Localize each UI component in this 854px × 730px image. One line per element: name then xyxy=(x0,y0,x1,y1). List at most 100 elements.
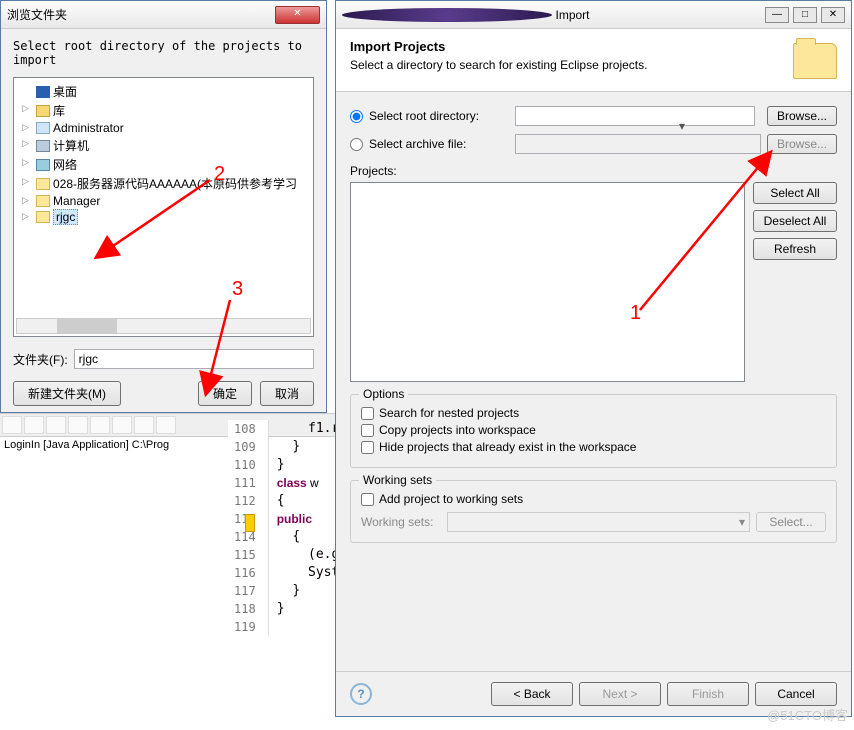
browse-folder-dialog: 浏览文件夹 ✕ Select root directory of the pro… xyxy=(0,0,327,413)
line-number: 119 xyxy=(234,618,256,636)
folder-input[interactable] xyxy=(74,349,314,369)
next-button: Next > xyxy=(579,682,661,706)
working-sets-label: Working sets: xyxy=(361,515,441,529)
folder-icon xyxy=(36,211,50,223)
select-working-set-button: Select... xyxy=(756,512,826,532)
archive-file-radio[interactable] xyxy=(350,138,363,151)
projects-label: Projects: xyxy=(350,164,837,178)
import-heading: Import Projects xyxy=(350,39,793,54)
toolbar-icon[interactable] xyxy=(134,416,154,434)
toolbar-icon[interactable] xyxy=(156,416,176,434)
tree-item[interactable]: 网络 xyxy=(18,155,309,174)
projects-list[interactable] xyxy=(350,182,745,382)
folder-tree[interactable]: 桌面库 Administrator 计算机网络 028-服务器源代码AAAAAA(本原… xyxy=(13,77,314,337)
cancel-import-button[interactable]: Cancel xyxy=(755,682,837,706)
archive-file-input xyxy=(515,134,761,154)
browse-titlebar[interactable]: 浏览文件夹 ✕ xyxy=(1,1,326,29)
nested-projects-label: Search for nested projects xyxy=(379,406,519,420)
working-sets-group: Working sets Add project to working sets… xyxy=(350,480,837,543)
folder-icon xyxy=(36,159,50,171)
working-sets-legend: Working sets xyxy=(359,473,436,487)
import-dialog: Import — □ ✕ Import Projects Select a di… xyxy=(335,0,852,717)
nested-projects-checkbox[interactable] xyxy=(361,407,374,420)
tree-item[interactable]: 桌面 xyxy=(18,82,309,101)
browse-description: Select root directory of the projects to… xyxy=(13,39,314,67)
import-subheading: Select a directory to search for existin… xyxy=(350,58,793,72)
line-number: 115 xyxy=(234,546,256,564)
line-number: 118 xyxy=(234,600,256,618)
browse-archive-button: Browse... xyxy=(767,134,837,154)
back-button[interactable]: < Back xyxy=(491,682,573,706)
cancel-button[interactable]: 取消 xyxy=(260,381,314,406)
toolbar-icon[interactable] xyxy=(2,416,22,434)
toolbar-icon[interactable] xyxy=(68,416,88,434)
options-legend: Options xyxy=(359,387,408,401)
root-directory-input[interactable] xyxy=(515,106,755,126)
hide-existing-label: Hide projects that already exist in the … xyxy=(379,440,636,454)
maximize-icon[interactable]: □ xyxy=(793,7,817,23)
toolbar-icon[interactable] xyxy=(112,416,132,434)
copy-workspace-checkbox[interactable] xyxy=(361,424,374,437)
tree-item-label: 网络 xyxy=(53,158,77,172)
import-header: Import Projects Select a directory to se… xyxy=(336,29,851,92)
line-number: 108 xyxy=(234,420,256,438)
tree-item-label: 028-服务器源代码AAAAAA(本原码供参考学习 xyxy=(53,177,297,191)
annotation-3: 3 xyxy=(232,278,243,301)
hide-existing-checkbox[interactable] xyxy=(361,441,374,454)
tree-item[interactable]: 计算机 xyxy=(18,136,309,155)
warning-icon[interactable] xyxy=(245,514,255,532)
code-editor[interactable]: 108109110111112113114115116117118119 f1.… xyxy=(228,420,347,636)
folder-icon xyxy=(793,43,837,79)
working-sets-combo xyxy=(447,512,750,532)
deselect-all-button[interactable]: Deselect All xyxy=(753,210,837,232)
tree-item-label: Administrator xyxy=(53,121,124,135)
line-number: 116 xyxy=(234,564,256,582)
browse-root-button[interactable]: Browse... xyxy=(767,106,837,126)
root-directory-label: Select root directory: xyxy=(369,109,509,123)
refresh-button[interactable]: Refresh xyxy=(753,238,837,260)
copy-workspace-label: Copy projects into workspace xyxy=(379,423,536,437)
finish-button: Finish xyxy=(667,682,749,706)
help-icon[interactable]: ? xyxy=(350,683,372,705)
add-working-set-label: Add project to working sets xyxy=(379,492,523,506)
tree-item-label: 计算机 xyxy=(53,139,89,153)
toolbar-icon[interactable] xyxy=(90,416,110,434)
line-number: 117 xyxy=(234,582,256,600)
tree-item[interactable]: 028-服务器源代码AAAAAA(本原码供参考学习 xyxy=(18,174,309,193)
tree-item[interactable]: Manager xyxy=(18,193,309,209)
line-number: 110 xyxy=(234,456,256,474)
line-number: 112 xyxy=(234,492,256,510)
tree-item[interactable]: Administrator xyxy=(18,120,309,136)
tree-item[interactable]: rjgc xyxy=(18,209,309,225)
folder-icon xyxy=(36,105,50,117)
close-icon[interactable]: ✕ xyxy=(275,6,320,24)
toolbar-icon[interactable] xyxy=(46,416,66,434)
ok-button[interactable]: 确定 xyxy=(198,381,252,406)
minimize-icon[interactable]: — xyxy=(765,7,789,23)
tree-item-label: rjgc xyxy=(53,209,78,225)
horizontal-scrollbar[interactable] xyxy=(16,318,311,334)
select-all-button[interactable]: Select All xyxy=(753,182,837,204)
new-folder-button[interactable]: 新建文件夹(M) xyxy=(13,381,121,406)
tree-item[interactable]: 库 xyxy=(18,101,309,120)
browse-title: 浏览文件夹 xyxy=(7,6,275,23)
folder-icon xyxy=(36,86,50,98)
toolbar-icon[interactable] xyxy=(24,416,44,434)
folder-icon xyxy=(36,195,50,207)
eclipse-icon xyxy=(342,8,552,22)
archive-file-label: Select archive file: xyxy=(369,137,509,151)
tree-item-label: 库 xyxy=(53,104,65,118)
line-number: 109 xyxy=(234,438,256,456)
source-watermark: @51CTO博客 xyxy=(767,705,848,724)
root-directory-radio[interactable] xyxy=(350,110,363,123)
folder-icon xyxy=(36,140,50,152)
annotation-2: 2 xyxy=(214,163,225,186)
import-titlebar[interactable]: Import — □ ✕ xyxy=(336,1,851,29)
add-working-set-checkbox[interactable] xyxy=(361,493,374,506)
annotation-1: 1 xyxy=(630,302,641,325)
folder-label: 文件夹(F): xyxy=(13,351,68,368)
tree-item-label: Manager xyxy=(53,194,100,208)
line-number: 111 xyxy=(234,474,256,492)
close-icon[interactable]: ✕ xyxy=(821,7,845,23)
tree-item-label: 桌面 xyxy=(53,85,77,99)
